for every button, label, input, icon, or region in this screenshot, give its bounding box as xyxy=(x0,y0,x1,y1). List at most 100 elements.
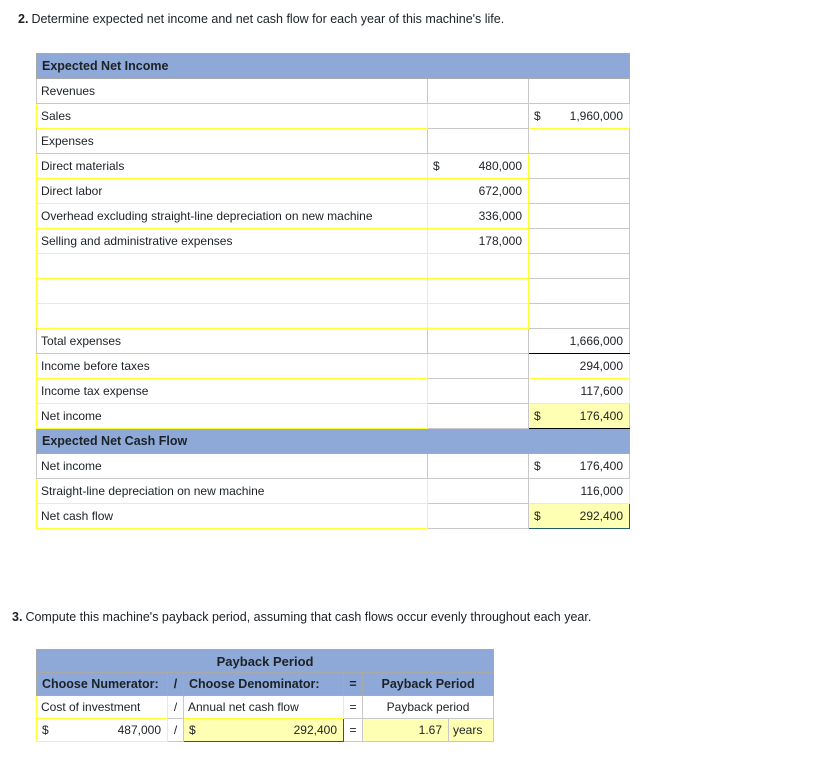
value: 1,960,000 xyxy=(569,109,624,123)
row-right-value-net-income: $176,400 xyxy=(527,403,631,429)
row-mid-value xyxy=(427,328,529,354)
row-right-value xyxy=(527,253,631,279)
question-3-text: Compute this machine's payback period, a… xyxy=(25,610,592,624)
row-label-net-income-cf: Net income xyxy=(36,453,428,479)
row-mid-value xyxy=(427,503,529,529)
row-label-expenses: Expenses xyxy=(36,128,428,154)
row-right-value-sales[interactable]: $1,960,000 xyxy=(527,103,631,129)
row-mid-value xyxy=(427,128,529,154)
currency-symbol: $ xyxy=(433,159,440,173)
row-mid-value xyxy=(427,353,529,379)
value: 487,000 xyxy=(117,723,161,737)
row-mid-value xyxy=(427,78,529,104)
value: 178,000 xyxy=(478,234,522,248)
header-divide-symbol: / xyxy=(167,672,184,696)
cell-payback-period-value: 1.67 xyxy=(362,718,449,742)
cell-divide-symbol: / xyxy=(167,695,184,719)
currency-symbol: $ xyxy=(534,459,541,473)
table-row: Net income $176,400 xyxy=(36,403,631,429)
expected-net-income-table: Expected Net Income Revenues Sales $1,96… xyxy=(35,53,631,529)
value: 480,000 xyxy=(478,159,522,173)
cell-payback-period-label: Payback period xyxy=(361,695,495,719)
row-label-income-tax-expense[interactable]: Income tax expense xyxy=(36,378,428,404)
row-right-value-total-expenses: 1,666,000 xyxy=(527,328,631,354)
table-row: Selling and administrative expenses 178,… xyxy=(36,228,631,254)
row-mid-value xyxy=(427,403,529,429)
row-mid-value-blank-2[interactable] xyxy=(427,278,529,304)
row-mid-value-blank-3[interactable] xyxy=(427,303,529,329)
question-3-number: 3. xyxy=(12,610,23,624)
row-label-blank-1[interactable] xyxy=(36,253,428,279)
currency-symbol: $ xyxy=(534,509,541,523)
row-mid-value xyxy=(427,378,529,404)
table-row: Income before taxes 294,000 xyxy=(36,353,631,379)
row-label-direct-materials[interactable]: Direct materials xyxy=(36,153,428,179)
cell-denominator-label[interactable]: Annual net cash flow xyxy=(183,695,344,719)
row-right-value-net-income-cf: $176,400 xyxy=(527,453,631,479)
table-row-blank xyxy=(36,253,631,279)
row-mid-value xyxy=(427,103,529,129)
row-right-value xyxy=(527,128,631,154)
cell-numerator-label[interactable]: Cost of investment xyxy=(36,695,168,719)
header-choose-numerator: Choose Numerator: xyxy=(36,672,168,696)
row-label-blank-3[interactable] xyxy=(36,303,428,329)
row-right-value-straight-line-depreciation[interactable]: 116,000 xyxy=(527,478,631,504)
table-row: Direct labor 672,000 xyxy=(36,178,631,204)
currency-symbol: $ xyxy=(189,723,196,737)
row-label-net-cash-flow[interactable]: Net cash flow xyxy=(36,503,428,529)
question-2-text: Determine expected net income and net ca… xyxy=(31,12,505,26)
table-row-formula: Cost of investment / Annual net cash flo… xyxy=(36,695,495,719)
question-2-number: 2. xyxy=(18,12,29,26)
row-mid-value xyxy=(427,478,529,504)
row-mid-value-direct-materials[interactable]: $480,000 xyxy=(427,153,529,179)
cell-equals-symbol: = xyxy=(343,718,363,742)
table-row-header: Choose Numerator: / Choose Denominator: … xyxy=(36,672,495,696)
row-label-income-before-taxes[interactable]: Income before taxes xyxy=(36,353,428,379)
cell-numerator-value[interactable]: $487,000 xyxy=(36,718,168,742)
table-row-blank xyxy=(36,278,631,304)
payback-table-title: Payback Period xyxy=(35,649,495,673)
table-row: Direct materials $480,000 xyxy=(36,153,631,179)
row-right-value xyxy=(527,278,631,304)
header-choose-denominator: Choose Denominator: xyxy=(183,672,344,696)
row-mid-value xyxy=(427,453,529,479)
value: 336,000 xyxy=(478,209,522,223)
row-right-value xyxy=(527,303,631,329)
value: 176,400 xyxy=(579,459,624,473)
row-label-net-income[interactable]: Net income xyxy=(36,403,428,429)
row-mid-value-direct-labor[interactable]: 672,000 xyxy=(427,178,529,204)
row-label-direct-labor[interactable]: Direct labor xyxy=(36,178,428,204)
row-label-total-expenses: Total expenses xyxy=(36,328,428,354)
table-row: Net cash flow $292,400 xyxy=(36,503,631,529)
row-right-value xyxy=(527,203,631,229)
row-label-revenues: Revenues xyxy=(36,78,428,104)
section-header-expected-net-income: Expected Net Income xyxy=(35,53,631,79)
table-row: Income tax expense 117,600 xyxy=(36,378,631,404)
row-label-blank-2[interactable] xyxy=(36,278,428,304)
table-row-values: $487,000 / $292,400 = 1.67 years xyxy=(36,718,495,742)
row-mid-value-overhead[interactable]: 336,000 xyxy=(427,203,529,229)
table-row: Revenues xyxy=(36,78,631,104)
currency-symbol: $ xyxy=(534,109,541,123)
row-label-selling-admin[interactable]: Selling and administrative expenses xyxy=(36,228,428,254)
header-equals-symbol: = xyxy=(343,672,363,696)
table-row: Total expenses 1,666,000 xyxy=(36,328,631,354)
row-label-overhead[interactable]: Overhead excluding straight-line depreci… xyxy=(36,203,428,229)
table-row-section-header: Expected Net Cash Flow xyxy=(35,428,631,454)
row-mid-value-selling-admin[interactable]: 178,000 xyxy=(427,228,529,254)
value: 672,000 xyxy=(478,184,522,198)
cell-equals-symbol: = xyxy=(343,695,363,719)
value: 292,400 xyxy=(293,723,337,737)
row-mid-value-blank-1[interactable] xyxy=(427,253,529,279)
cell-denominator-value[interactable]: $292,400 xyxy=(183,718,344,742)
value: 292,400 xyxy=(579,509,624,523)
row-right-value-net-cash-flow[interactable]: $292,400 xyxy=(527,503,631,529)
table-row: Straight-line depreciation on new machin… xyxy=(36,478,631,504)
row-label-straight-line-depreciation[interactable]: Straight-line depreciation on new machin… xyxy=(36,478,428,504)
row-label-sales[interactable]: Sales xyxy=(36,103,428,129)
header-payback-period: Payback Period xyxy=(361,672,495,696)
currency-symbol: $ xyxy=(42,723,49,737)
row-right-value-income-before-taxes[interactable]: 294,000 xyxy=(527,353,631,379)
table-row: Sales $1,960,000 xyxy=(36,103,631,129)
row-right-value-income-tax-expense[interactable]: 117,600 xyxy=(527,378,631,404)
